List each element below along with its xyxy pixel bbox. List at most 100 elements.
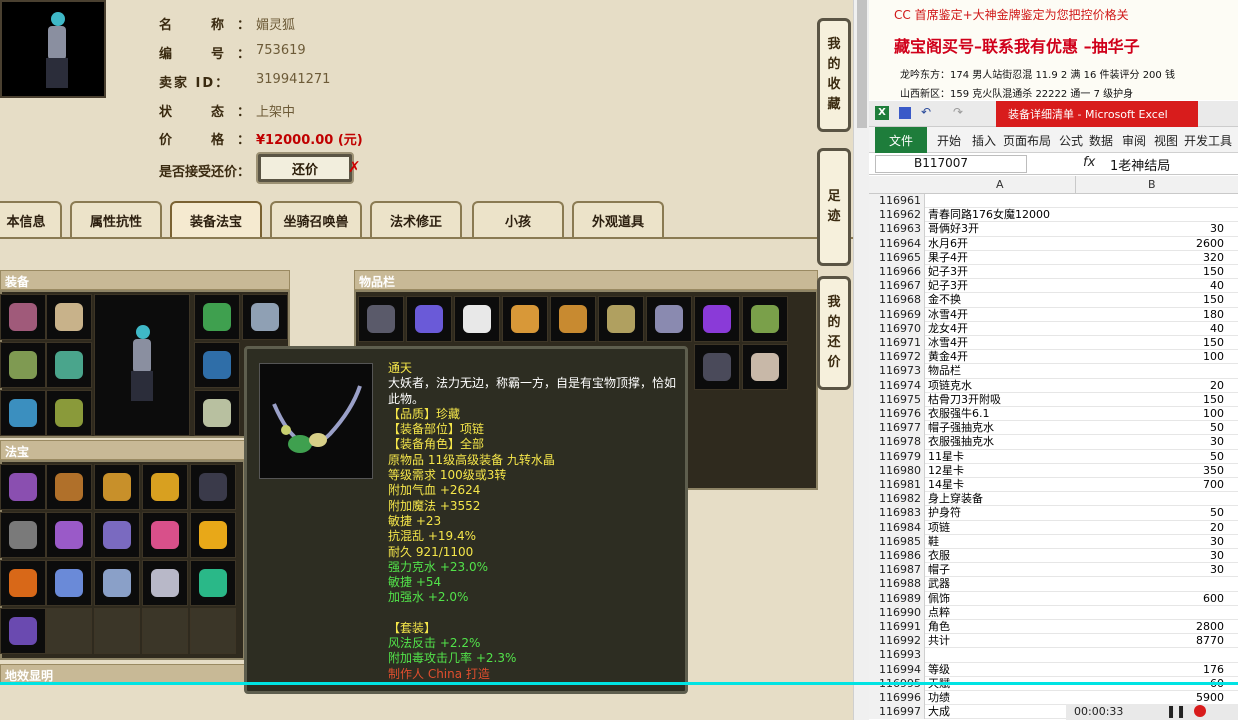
equip-slot-9[interactable] — [194, 342, 240, 388]
table-row[interactable]: 116966 妃子3开 150 — [869, 265, 1238, 280]
cell-b[interactable]: 30 — [1210, 549, 1224, 563]
pause-icon[interactable]: ❚❚ — [1166, 704, 1186, 718]
cell-b[interactable]: 30 — [1210, 435, 1224, 449]
cell-a[interactable]: 龙女4开 — [928, 322, 968, 336]
table-row[interactable]: 116982 身上穿装备 — [869, 492, 1238, 507]
cell-b[interactable]: 30 — [1210, 535, 1224, 549]
cell-a[interactable]: 14星卡 — [928, 478, 964, 492]
equip-slot-3[interactable] — [0, 342, 46, 388]
row-number[interactable]: 116976 — [869, 407, 925, 422]
row-number[interactable]: 116978 — [869, 435, 925, 450]
row-number[interactable]: 116961 — [869, 194, 925, 209]
equip-slot-6[interactable] — [46, 390, 92, 436]
cell-a[interactable]: 点粹 — [928, 606, 950, 620]
tab-mounts-pets[interactable]: 坐骑召唤兽 — [270, 201, 362, 238]
cell-a[interactable]: 哥俩好3开 — [928, 222, 979, 236]
row-number[interactable]: 116965 — [869, 250, 925, 265]
table-row[interactable]: 116979 11星卡 50 — [869, 449, 1238, 464]
tab-data[interactable]: 数据 — [1089, 132, 1113, 149]
cell-b[interactable]: 2600 — [1196, 237, 1224, 251]
cell-b[interactable]: 700 — [1203, 478, 1224, 492]
cell-a[interactable]: 妃子3开 — [928, 279, 968, 293]
cell-a[interactable]: 黄金4开 — [928, 350, 968, 364]
cell-a[interactable]: 帽子强抽克水 — [928, 421, 994, 435]
cell-a[interactable]: 帽子 — [928, 563, 950, 577]
row-number[interactable]: 116962 — [869, 208, 925, 223]
row-number[interactable]: 116975 — [869, 392, 925, 407]
cell-b[interactable]: 150 — [1203, 393, 1224, 407]
cell-a[interactable]: 等级 — [928, 663, 950, 677]
row-number[interactable]: 116987 — [869, 563, 925, 578]
cell-b[interactable]: 50 — [1210, 506, 1224, 520]
tab-page-layout[interactable]: 页面布局 — [1003, 132, 1051, 149]
save-icon[interactable] — [899, 107, 911, 119]
tab-insert[interactable]: 插入 — [972, 132, 996, 149]
cell-b[interactable]: 30 — [1210, 563, 1224, 577]
row-number[interactable]: 116968 — [869, 293, 925, 308]
cell-a[interactable]: 护身符 — [928, 506, 961, 520]
cell-a[interactable]: 功绩 — [928, 691, 950, 705]
cell-b[interactable]: 40 — [1210, 279, 1224, 293]
tab-spell-correction[interactable]: 法术修正 — [370, 201, 462, 238]
table-row[interactable]: 116972 黄金4开 100 — [869, 350, 1238, 365]
cell-b[interactable]: 100 — [1203, 350, 1224, 364]
cell-b[interactable]: 5900 — [1196, 691, 1224, 705]
cell-a[interactable]: 共计 — [928, 634, 950, 648]
cell-a[interactable]: 佩饰 — [928, 592, 950, 606]
cell-b[interactable]: 600 — [1203, 592, 1224, 606]
equip-slot-2[interactable] — [46, 294, 92, 340]
name-box[interactable]: B117007 — [875, 155, 1027, 173]
row-number[interactable]: 116988 — [869, 577, 925, 592]
cell-a[interactable]: 金不换 — [928, 293, 961, 307]
cell-b[interactable]: 180 — [1203, 308, 1224, 322]
row-number[interactable]: 116991 — [869, 620, 925, 635]
row-number[interactable]: 116979 — [869, 449, 925, 464]
cell-b[interactable]: 8770 — [1196, 634, 1224, 648]
cell-a[interactable]: 冰雪4开 — [928, 336, 968, 350]
cell-b[interactable]: 150 — [1203, 293, 1224, 307]
undo-icon[interactable]: ↶ — [921, 105, 931, 119]
equip-slot-7[interactable] — [194, 294, 240, 340]
cell-a[interactable]: 12星卡 — [928, 464, 964, 478]
table-row[interactable]: 116977 帽子强抽克水 50 — [869, 421, 1238, 436]
table-row[interactable]: 116985 鞋 30 — [869, 534, 1238, 549]
my-bargain-button[interactable]: 我的还价 — [817, 276, 851, 390]
equip-slot-1[interactable] — [0, 294, 46, 340]
cell-a[interactable]: 鞋 — [928, 535, 939, 549]
tab-attributes[interactable]: 属性抗性 — [70, 201, 162, 238]
table-row[interactable]: 116968 金不换 150 — [869, 293, 1238, 308]
table-row[interactable]: 116983 护身符 50 — [869, 506, 1238, 521]
equip-slot-5[interactable] — [0, 390, 46, 436]
row-number[interactable]: 116964 — [869, 236, 925, 251]
row-number[interactable]: 116971 — [869, 336, 925, 351]
row-number[interactable]: 116969 — [869, 307, 925, 322]
table-row[interactable]: 116967 妃子3开 40 — [869, 279, 1238, 294]
tab-child[interactable]: 小孩 — [472, 201, 564, 238]
cell-a[interactable]: 大成 — [928, 705, 950, 719]
table-row[interactable]: 116994 等级 176 — [869, 662, 1238, 677]
row-number[interactable]: 116985 — [869, 534, 925, 549]
record-icon[interactable] — [1194, 705, 1206, 717]
row-number[interactable]: 116967 — [869, 279, 925, 294]
table-row[interactable]: 116962 青春同路176女魔12000 — [869, 208, 1238, 223]
tab-home[interactable]: 开始 — [937, 132, 961, 149]
cell-a[interactable]: 水月6开 — [928, 237, 968, 251]
cell-b[interactable]: 40 — [1210, 322, 1224, 336]
cell-a[interactable]: 妃子3开 — [928, 265, 968, 279]
table-row[interactable]: 116971 冰雪4开 150 — [869, 336, 1238, 351]
cell-b[interactable]: 50 — [1210, 450, 1224, 464]
cell-a[interactable]: 身上穿装备 — [928, 492, 983, 506]
table-row[interactable]: 116970 龙女4开 40 — [869, 321, 1238, 336]
row-number[interactable]: 116994 — [869, 662, 925, 677]
equip-slot-4[interactable] — [46, 342, 92, 388]
spreadsheet-grid[interactable]: 116961 116962 青春同路176女魔12000 116963 哥俩好3开 30 1… — [869, 194, 1238, 720]
tab-basic-info[interactable]: 本信息 — [0, 201, 62, 238]
cell-b[interactable]: 150 — [1203, 265, 1224, 279]
table-row[interactable]: 116974 项链克水 20 — [869, 378, 1238, 393]
cell-b[interactable]: 2800 — [1196, 620, 1224, 634]
row-number[interactable]: 116996 — [869, 691, 925, 706]
tab-review[interactable]: 审阅 — [1122, 132, 1146, 149]
cell-a[interactable]: 衣服 — [928, 549, 950, 563]
cell-b[interactable]: 50 — [1210, 421, 1224, 435]
page-scrollbar[interactable] — [853, 0, 869, 720]
